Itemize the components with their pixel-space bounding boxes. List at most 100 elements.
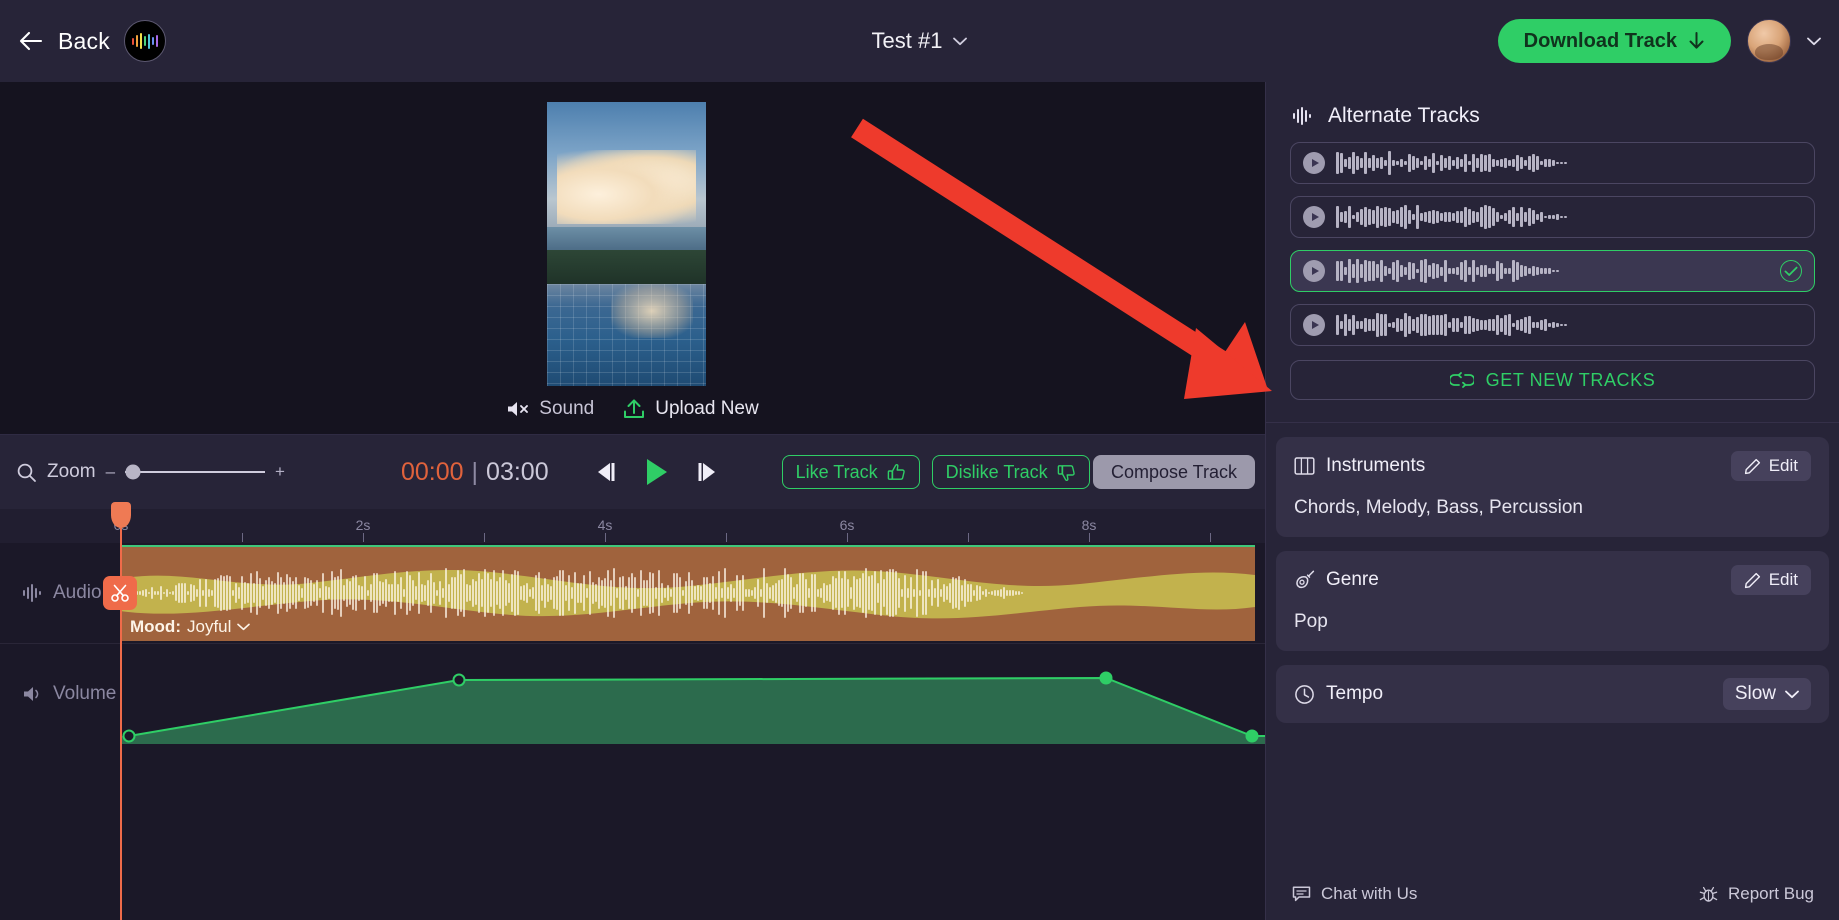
clip-waveform-bar [508, 582, 510, 604]
clip-waveform-bar [445, 568, 447, 618]
timeline-ruler[interactable]: 0s 2s 4s 6s 8s [0, 509, 1265, 543]
clip-waveform-bar [154, 591, 156, 595]
track-waveform-bar [1552, 215, 1555, 219]
report-bug-button[interactable]: Report Bug [1699, 884, 1814, 904]
cut-clip-button[interactable] [103, 576, 137, 610]
clip-waveform-bar [235, 583, 237, 603]
track-option-2[interactable] [1290, 196, 1815, 238]
clip-waveform-bar [142, 589, 144, 597]
clip-waveform-bar [169, 591, 171, 595]
genre-edit-button[interactable]: Edit [1730, 565, 1811, 595]
track-waveform-bar [1396, 260, 1399, 282]
track-option-1[interactable] [1290, 142, 1815, 184]
track-waveform-bar [1408, 153, 1411, 173]
audio-clip[interactable]: Mood: Joyful [120, 545, 1255, 641]
clip-waveform-bar [637, 588, 639, 598]
chevron-down-icon [953, 37, 968, 45]
dislike-track-button[interactable]: Dislike Track [931, 455, 1090, 489]
avatar-chevron-down-icon[interactable] [1807, 37, 1821, 46]
project-title-dropdown[interactable]: Test #1 [872, 28, 968, 54]
clip-waveform-bar [430, 572, 432, 614]
playhead[interactable] [103, 502, 137, 920]
clip-waveform-bar [439, 580, 441, 606]
track-waveform-bar [1560, 324, 1563, 326]
user-avatar[interactable] [1747, 19, 1791, 63]
track-waveform-bar [1488, 154, 1491, 172]
video-preview[interactable] [547, 102, 706, 386]
ruler-minor-tick [605, 533, 606, 542]
track-waveform-bar [1348, 318, 1351, 332]
play-circle-icon[interactable] [1303, 260, 1325, 282]
clip-waveform-bar [823, 582, 825, 603]
track-option-4[interactable] [1290, 304, 1815, 346]
track-waveform-bar [1532, 154, 1535, 172]
clip-waveform-bar [583, 574, 585, 612]
play-circle-icon[interactable] [1303, 152, 1325, 174]
track-waveform-bar [1432, 263, 1435, 279]
track-waveform-bar [1556, 270, 1559, 272]
clip-waveform-bar [652, 573, 654, 613]
track-waveform-bar [1532, 209, 1535, 225]
track-waveform-bar [1380, 314, 1383, 336]
track-waveform-bar [1400, 207, 1403, 227]
back-button[interactable]: Back [18, 20, 166, 62]
track-waveform-bar [1456, 156, 1459, 170]
zoom-control-group: Zoom – + [16, 461, 285, 483]
track-waveform-bar [1456, 317, 1459, 333]
get-new-tracks-button[interactable]: GET NEW TRACKS [1290, 360, 1815, 400]
track-waveform [1336, 258, 1769, 284]
track-waveform-bar [1500, 214, 1503, 220]
clip-waveform-bar [994, 589, 996, 597]
zoom-in-button[interactable]: + [275, 462, 285, 482]
sound-toggle-button[interactable]: Sound [506, 398, 594, 420]
clip-waveform-bar [217, 578, 219, 608]
track-waveform-bar [1448, 267, 1451, 275]
track-option-3[interactable] [1290, 250, 1815, 292]
track-waveform-bar [1440, 315, 1443, 335]
clip-waveform-bar [991, 590, 993, 596]
tempo-select[interactable]: Slow [1722, 678, 1811, 710]
track-waveform-bar [1428, 159, 1431, 167]
mood-dropdown[interactable]: Mood: Joyful [130, 617, 251, 637]
track-waveform-bar [1548, 158, 1551, 168]
step-forward-icon[interactable] [693, 460, 720, 484]
clip-waveform-bar [406, 570, 408, 616]
clip-waveform-bar [658, 570, 660, 616]
chat-with-us-button[interactable]: Chat with Us [1292, 884, 1417, 904]
playhead-handle[interactable] [111, 502, 131, 528]
zoom-slider[interactable] [125, 464, 266, 480]
zoom-out-button[interactable]: – [106, 462, 115, 482]
clip-waveform-bar [970, 584, 972, 602]
track-waveform-bar [1412, 156, 1415, 170]
download-track-button[interactable]: Download Track [1497, 19, 1731, 63]
track-waveform-bar [1520, 319, 1523, 331]
instruments-edit-button[interactable]: Edit [1730, 451, 1811, 481]
volume-envelope[interactable] [120, 644, 1265, 744]
clip-waveform-bar [1021, 592, 1023, 594]
app-logo[interactable] [123, 20, 166, 62]
clip-waveform-bar [859, 578, 861, 608]
clip-waveform-bar [847, 578, 849, 608]
track-waveform-bar [1352, 314, 1355, 336]
step-backward-icon[interactable] [593, 460, 620, 484]
track-waveform-bar [1524, 159, 1527, 167]
play-circle-icon[interactable] [1303, 314, 1325, 336]
track-waveform-bar [1464, 316, 1467, 334]
clip-waveform-bar [526, 582, 528, 604]
clip-waveform-bar [490, 578, 492, 608]
compose-track-button[interactable]: Compose Track [1092, 455, 1255, 489]
play-icon[interactable] [643, 457, 670, 487]
play-circle-icon[interactable] [1303, 206, 1325, 228]
play-triangle [1311, 213, 1319, 221]
track-waveform-bar [1440, 213, 1443, 221]
track-waveform-bar [1344, 313, 1347, 337]
upload-new-button[interactable]: Upload New [622, 398, 759, 420]
zoom-slider-handle[interactable] [125, 464, 141, 480]
clip-waveform-bar [703, 576, 705, 610]
clip-waveform-bar [388, 584, 390, 602]
like-track-button[interactable]: Like Track [781, 455, 920, 489]
track-waveform-bar [1384, 207, 1387, 227]
track-waveform-bar [1348, 205, 1351, 229]
total-time: 03:00 [486, 457, 549, 486]
track-waveform-bar [1512, 159, 1515, 167]
